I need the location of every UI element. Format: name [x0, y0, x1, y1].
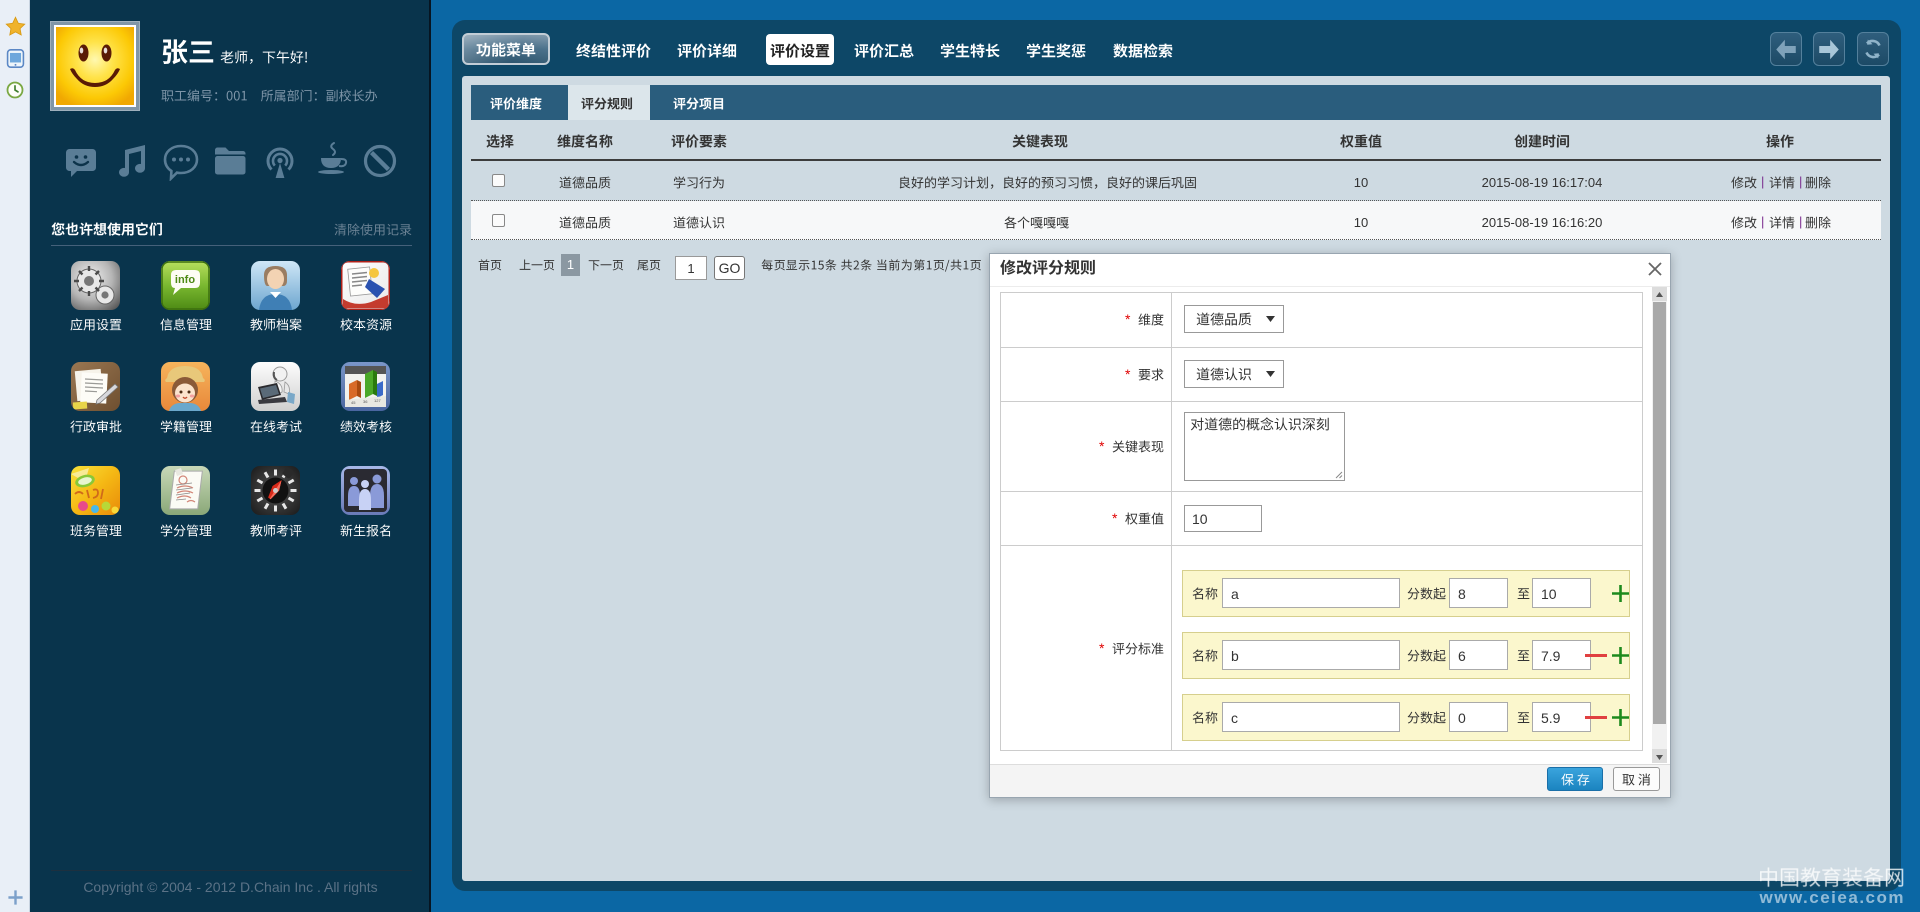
svg-text:45: 45 — [351, 400, 356, 405]
svg-text:info: info — [175, 274, 195, 286]
svg-text:127: 127 — [374, 398, 381, 403]
svg-text:36: 36 — [363, 399, 368, 404]
